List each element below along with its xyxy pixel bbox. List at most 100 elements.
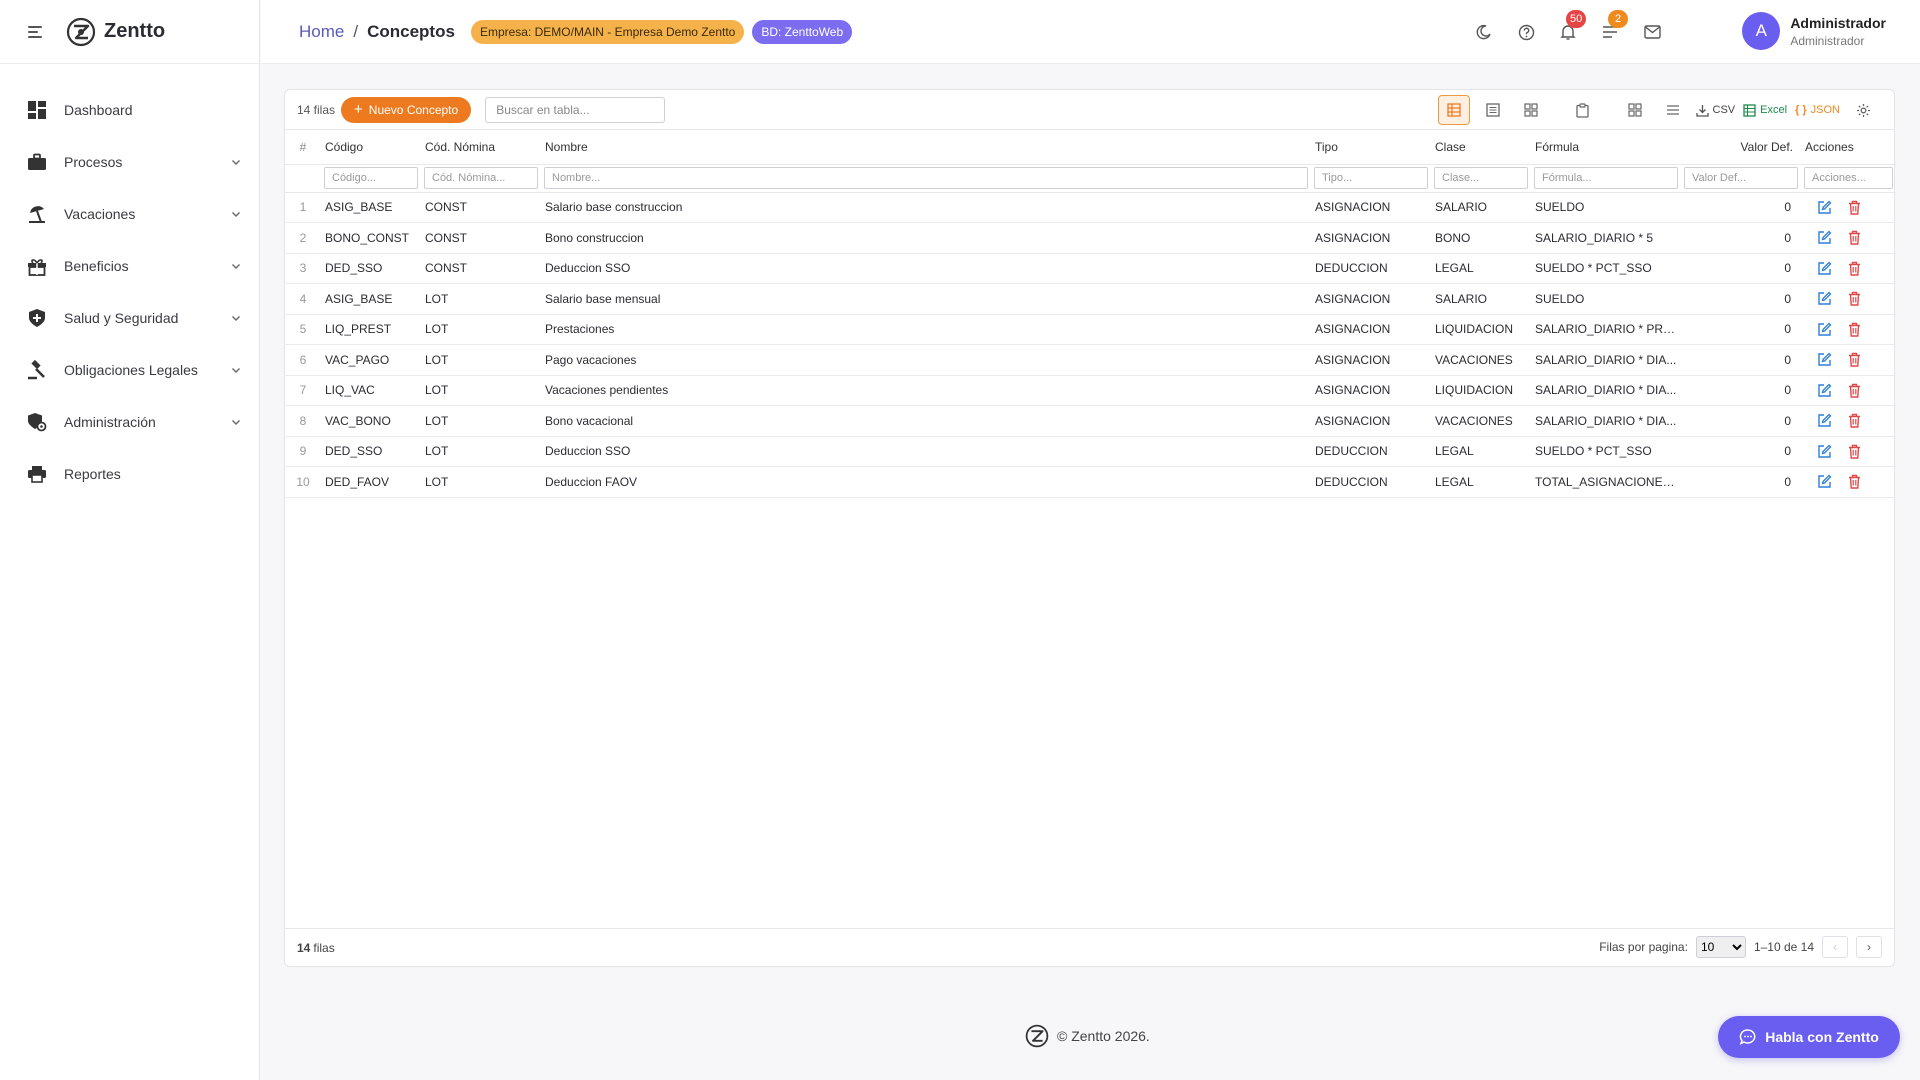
sidebar-item-salud-y-seguridad[interactable]: Salud y Seguridad	[0, 292, 259, 344]
column-header[interactable]: #	[285, 130, 321, 165]
chevron-down-icon[interactable]	[231, 209, 241, 219]
user-menu[interactable]: A Administrador Administrador	[1742, 12, 1886, 50]
sidebar-item-vacaciones[interactable]: Vacaciones	[0, 188, 259, 240]
delete-icon[interactable]	[1843, 257, 1865, 279]
column-header[interactable]: Fórmula	[1531, 130, 1681, 165]
sidebar-item-procesos[interactable]: Procesos	[0, 136, 259, 188]
table-row[interactable]: 7 LIQ_VAC LOT Vacaciones pendientes ASIGNACI…	[285, 375, 1896, 406]
chevron-down-icon[interactable]	[231, 157, 241, 167]
shield-icon	[26, 307, 48, 329]
sidebar-item-dashboard[interactable]: Dashboard	[0, 84, 259, 136]
mail-icon[interactable]	[1642, 22, 1662, 42]
column-filter-input[interactable]	[324, 167, 418, 189]
delete-icon[interactable]	[1843, 318, 1865, 340]
delete-icon[interactable]	[1843, 410, 1865, 432]
card-view-icon[interactable]	[1516, 95, 1546, 125]
prev-page-button[interactable]: ‹	[1822, 936, 1848, 958]
column-header[interactable]: Nombre	[541, 130, 1311, 165]
table-row[interactable]: 4 ASIG_BASE LOT Salario base mensual ASIGNAC…	[285, 283, 1896, 315]
edit-icon[interactable]	[1813, 227, 1835, 249]
edit-icon[interactable]	[1813, 379, 1835, 401]
empresa-chip[interactable]: Empresa: DEMO/MAIN - Empresa Demo Zentto	[470, 19, 745, 44]
delete-icon[interactable]	[1843, 379, 1865, 401]
edit-icon[interactable]	[1813, 440, 1835, 462]
csv-export-button[interactable]: CSV	[1695, 95, 1735, 125]
chevron-down-icon[interactable]	[231, 313, 241, 323]
sidebar-item-beneficios[interactable]: Beneficios	[0, 240, 259, 292]
column-header[interactable]: Valor Def.	[1681, 130, 1801, 165]
excel-export-button[interactable]: Excel	[1743, 95, 1787, 125]
table-search-input[interactable]	[485, 96, 666, 123]
sidebar-item-reportes[interactable]: Reportes	[0, 448, 259, 500]
chevron-down-icon[interactable]	[231, 365, 241, 375]
gift-icon	[26, 255, 48, 277]
column-header[interactable]: Tipo	[1311, 130, 1431, 165]
table-cell: 5	[285, 314, 321, 345]
settings-gear-icon[interactable]	[1848, 95, 1878, 125]
column-filter-input[interactable]	[544, 167, 1308, 189]
edit-icon[interactable]	[1813, 196, 1835, 218]
table-view-icon[interactable]	[1437, 95, 1470, 125]
edit-icon[interactable]	[1813, 410, 1835, 432]
filter-cell	[541, 164, 1311, 193]
column-header[interactable]: Cód. Nómina	[421, 130, 541, 165]
delete-icon[interactable]	[1843, 471, 1865, 493]
chat-with-zentto-button[interactable]: Habla con Zentto	[1718, 1016, 1900, 1058]
table-row[interactable]: 2 BONO_CONST CONST Bono construccion ASIGNAC…	[285, 222, 1896, 254]
edit-icon[interactable]	[1813, 288, 1835, 310]
edit-icon[interactable]	[1813, 257, 1835, 279]
table-cell: Bono vacacional	[541, 405, 1311, 437]
table-row[interactable]: 1 ASIG_BASE CONST Salario base construccion…	[285, 192, 1896, 223]
density-icon[interactable]	[1658, 95, 1688, 125]
rows-per-page-select[interactable]: 10	[1695, 936, 1746, 958]
column-filter-input[interactable]	[1314, 167, 1428, 189]
edit-icon[interactable]	[1813, 471, 1835, 493]
table-row[interactable]: 5 LIQ_PREST LOT Prestaciones ASIGNACION LIQUI…	[285, 314, 1896, 345]
column-header[interactable]: Clase	[1431, 130, 1531, 165]
collapse-menu-icon[interactable]	[28, 23, 46, 41]
table-cell: LIQ_VAC	[321, 375, 421, 406]
column-filter-input[interactable]	[1434, 167, 1528, 189]
delete-icon[interactable]	[1843, 227, 1865, 249]
edit-icon[interactable]	[1813, 349, 1835, 371]
table-cell: 0	[1681, 436, 1801, 467]
clipboard-icon[interactable]	[1568, 95, 1598, 125]
next-page-button[interactable]: ›	[1856, 936, 1882, 958]
table-row[interactable]: 8 VAC_BONO LOT Bono vacacional ASIGNACION VAC…	[285, 405, 1896, 437]
help-icon[interactable]	[1516, 22, 1536, 42]
table-cell: TOTAL_ASIGNACIONES ...	[1531, 466, 1681, 498]
column-filter-input[interactable]	[1684, 167, 1798, 189]
table-cell: 10	[285, 466, 321, 498]
json-export-button[interactable]: { } JSON	[1795, 95, 1840, 125]
delete-icon[interactable]	[1843, 288, 1865, 310]
table-row[interactable]: 9 DED_SSO LOT Deduccion SSO DEDUCCION LEGAL SU…	[285, 436, 1896, 467]
column-filter-input[interactable]	[1804, 167, 1893, 189]
column-header[interactable]: Código	[321, 130, 421, 165]
tasks-icon[interactable]: 2	[1600, 10, 1628, 42]
database-chip[interactable]: BD: ZenttoWeb	[752, 19, 853, 44]
table-cell: CONST	[421, 192, 541, 223]
columns-icon[interactable]	[1620, 95, 1650, 125]
braces-icon: { }	[1795, 104, 1807, 116]
table-row[interactable]: 10 DED_FAOV LOT Deduccion FAOV DEDUCCION LEGA…	[285, 466, 1896, 498]
chevron-down-icon[interactable]	[231, 261, 241, 271]
compact-view-icon[interactable]	[1478, 95, 1508, 125]
notifications-icon[interactable]: 50	[1558, 10, 1587, 42]
breadcrumb-home[interactable]: Home	[299, 22, 344, 42]
table-row[interactable]: 3 DED_SSO CONST Deduccion SSO DEDUCCION LEGAL…	[285, 253, 1896, 284]
edit-icon[interactable]	[1813, 318, 1835, 340]
table-cell: ASIGNACION	[1311, 314, 1431, 345]
sidebar-item-obligaciones-legales[interactable]: Obligaciones Legales	[0, 344, 259, 396]
delete-icon[interactable]	[1843, 349, 1865, 371]
new-concept-button[interactable]: + Nuevo Concepto	[341, 96, 472, 123]
table-row[interactable]: 6 VAC_PAGO LOT Pago vacaciones ASIGNACION VAC…	[285, 344, 1896, 376]
dark-mode-icon[interactable]	[1474, 22, 1494, 42]
column-filter-input[interactable]	[1534, 167, 1678, 189]
chevron-down-icon[interactable]	[231, 417, 241, 427]
sidebar-item-administracion[interactable]: Administración	[0, 396, 259, 448]
delete-icon[interactable]	[1843, 196, 1865, 218]
column-header[interactable]: Acciones	[1801, 130, 1896, 165]
column-filter-input[interactable]	[424, 167, 538, 189]
filter-cell	[1531, 164, 1681, 193]
delete-icon[interactable]	[1843, 440, 1865, 462]
